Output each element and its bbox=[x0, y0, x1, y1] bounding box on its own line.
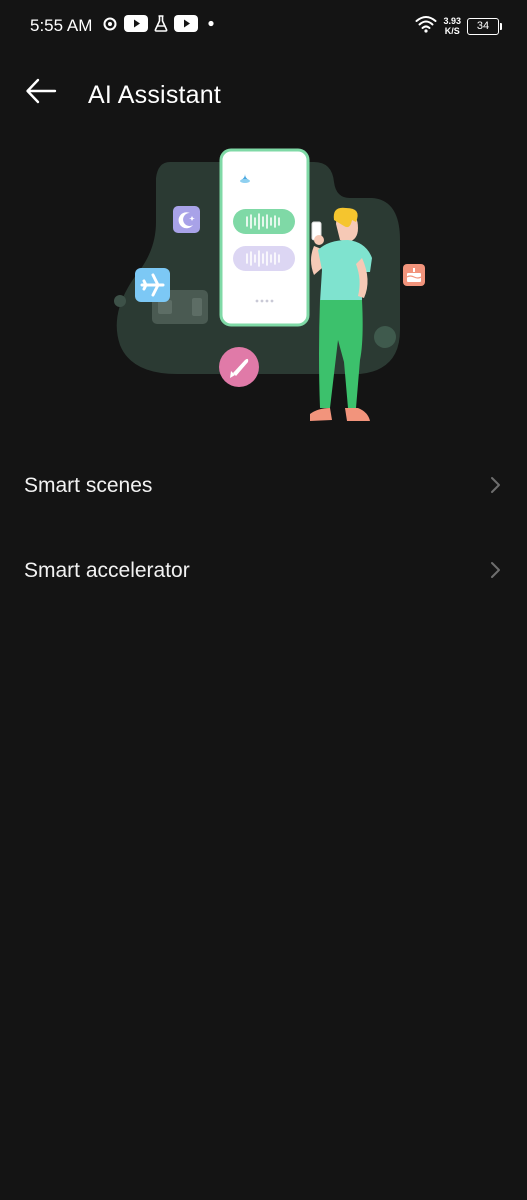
chevron-right-icon bbox=[489, 561, 501, 579]
airplane-app-icon bbox=[135, 268, 170, 302]
rocket-app-icon bbox=[219, 347, 259, 387]
page-title: AI Assistant bbox=[88, 81, 222, 109]
status-notification-icons bbox=[102, 15, 218, 37]
back-arrow-icon bbox=[25, 78, 57, 109]
settings-list: Smart scenes Smart accelerator bbox=[0, 443, 527, 613]
smart-accelerator-item[interactable]: Smart accelerator bbox=[0, 528, 527, 613]
status-bar: 5:55 AM 3.93 K/S 34 bbox=[0, 0, 527, 54]
battery-level: 34 bbox=[476, 19, 490, 32]
smart-accelerator-label: Smart accelerator bbox=[24, 559, 190, 582]
smart-scenes-item[interactable]: Smart scenes bbox=[0, 443, 527, 528]
back-button[interactable] bbox=[18, 70, 64, 116]
status-time: 5:55 AM bbox=[30, 16, 93, 35]
chevron-right-icon bbox=[489, 476, 501, 494]
app-header: AI Assistant bbox=[0, 62, 527, 126]
sync-icon bbox=[102, 16, 118, 37]
dot-icon bbox=[204, 15, 218, 37]
battery-icon: 34 bbox=[467, 17, 502, 35]
cake-app-icon bbox=[403, 264, 425, 286]
status-system-icons: 3.93 K/S 34 bbox=[415, 14, 502, 38]
youtube-icon bbox=[124, 15, 148, 37]
moon-app-icon bbox=[173, 206, 200, 233]
ai-assistant-illustration bbox=[100, 140, 440, 435]
wifi-icon bbox=[415, 15, 437, 38]
net-speed: 3.93 K/S bbox=[443, 16, 461, 36]
smart-scenes-label: Smart scenes bbox=[24, 474, 153, 497]
flask-icon bbox=[154, 15, 168, 37]
net-speed-value: 3.93 bbox=[443, 16, 461, 26]
net-speed-unit: K/S bbox=[444, 26, 460, 36]
phone-illustration bbox=[219, 148, 310, 327]
youtube-icon bbox=[174, 15, 198, 37]
